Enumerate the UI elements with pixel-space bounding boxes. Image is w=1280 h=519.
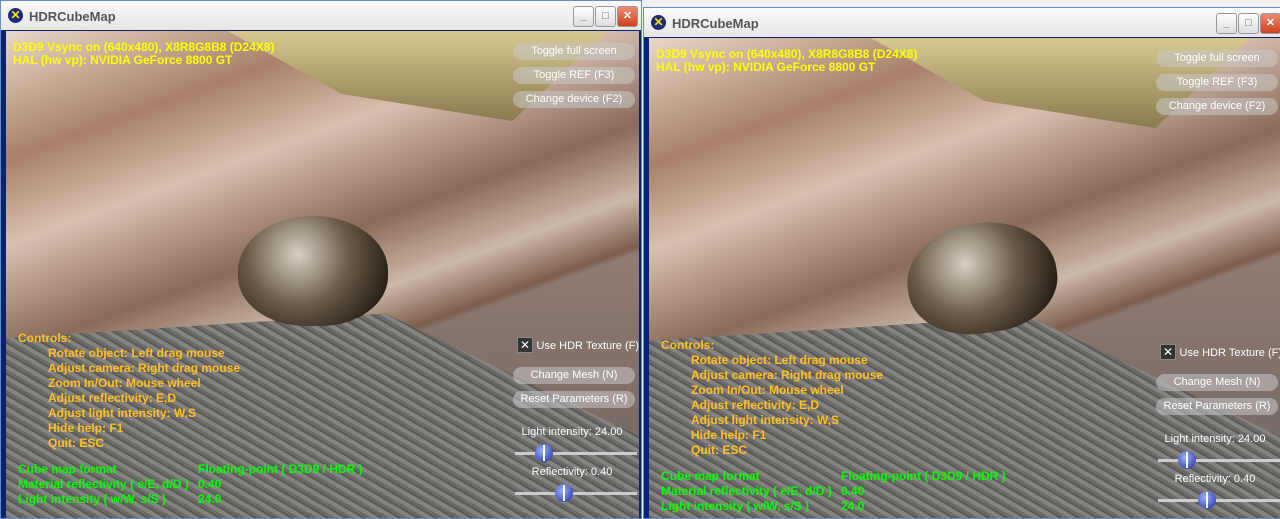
adapter-info: HAL (hw vp): NVIDIA GeForce 8800 GT: [656, 60, 876, 74]
control-help-line: Quit: ESC: [48, 436, 104, 450]
directx-x-icon: ✕: [651, 15, 666, 30]
adapter-info: HAL (hw vp): NVIDIA GeForce 8800 GT: [13, 53, 233, 67]
maximize-button[interactable]: □: [1238, 13, 1259, 34]
control-help-line: Rotate object: Left drag mouse: [48, 346, 225, 360]
teapot-mesh: [238, 216, 388, 326]
reflectivity-label: Reflectivity: 0.40: [1174, 473, 1256, 485]
stat-label: Light intensity ( w/W, s/S ): [18, 492, 167, 506]
stat-label: Material reflectivity ( e/E, d/D ): [18, 477, 189, 491]
stat-value: Floating-point ( D3D9 / HDR ): [198, 462, 363, 476]
window-title: HDRCubeMap: [29, 9, 116, 24]
stat-value: Floating-point ( D3D9 / HDR ): [841, 469, 1006, 483]
light-intensity-slider[interactable]: [515, 444, 637, 462]
toggle-fullscreen-button[interactable]: Toggle full screen: [513, 43, 635, 60]
toggle-ref-button[interactable]: Toggle REF (F3): [1156, 74, 1278, 91]
light-intensity-label: Light intensity: 24.00: [1164, 433, 1266, 445]
control-help-line: Adjust light intensity: W,S: [691, 413, 839, 427]
hdr-texture-checkbox[interactable]: ✕: [517, 337, 533, 353]
minimize-button[interactable]: _: [1216, 13, 1237, 34]
reflectivity-slider[interactable]: [515, 484, 637, 502]
change-mesh-button[interactable]: Change Mesh (N): [1156, 374, 1278, 391]
control-help-line: Rotate object: Left drag mouse: [691, 353, 868, 367]
maximize-button[interactable]: □: [595, 6, 616, 27]
hdr-texture-label: Use HDR Texture (F): [536, 340, 639, 352]
control-help-line: Hide help: F1: [691, 428, 767, 442]
change-mesh-button[interactable]: Change Mesh (N): [513, 367, 635, 384]
hdrcubemap-window-left: ✕ HDRCubeMap _ □ ✕ D3D9 Vsync on (640x48…: [0, 0, 642, 519]
stat-value: 0.40: [841, 484, 865, 498]
hdr-texture-label: Use HDR Texture (F): [1179, 347, 1280, 359]
toggle-ref-button[interactable]: Toggle REF (F3): [513, 67, 635, 84]
stat-label: Cube map format: [661, 469, 760, 483]
controls-heading: Controls:: [661, 338, 715, 352]
control-help-line: Adjust light intensity: W,S: [48, 406, 196, 420]
title-bar[interactable]: ✕ HDRCubeMap _ □ ✕: [1, 1, 641, 30]
close-button[interactable]: ✕: [617, 6, 638, 27]
change-device-button[interactable]: Change device (F2): [1156, 98, 1278, 115]
stat-value: 24.0: [198, 492, 222, 506]
stat-label: Material reflectivity ( e/E, d/D ): [661, 484, 832, 498]
control-help-line: Adjust camera: Right drag mouse: [48, 361, 241, 375]
light-intensity-label: Light intensity: 24.00: [521, 426, 623, 438]
reset-parameters-button[interactable]: Reset Parameters (R): [1156, 398, 1278, 415]
close-button[interactable]: ✕: [1260, 13, 1280, 34]
stat-value: 0.40: [198, 477, 222, 491]
stat-value: 24.0: [841, 499, 865, 513]
render-viewport[interactable]: D3D9 Vsync on (640x480), X8R8G8B8 (D24X8…: [649, 38, 1280, 518]
render-viewport[interactable]: D3D9 Vsync on (640x480), X8R8G8B8 (D24X8…: [6, 31, 639, 518]
control-help-line: Adjust reflectivity: E,D: [48, 391, 177, 405]
controls-heading: Controls:: [18, 331, 72, 345]
hdr-texture-checkbox[interactable]: ✕: [1160, 344, 1176, 360]
control-help-line: Quit: ESC: [691, 443, 747, 457]
title-bar[interactable]: ✕ HDRCubeMap _ □ ✕: [644, 8, 1280, 37]
minimize-button[interactable]: _: [573, 6, 594, 27]
control-help-line: Hide help: F1: [48, 421, 124, 435]
light-intensity-slider[interactable]: [1158, 451, 1280, 469]
reset-parameters-button[interactable]: Reset Parameters (R): [513, 391, 635, 408]
change-device-button[interactable]: Change device (F2): [513, 91, 635, 108]
control-help-line: Zoom In/Out: Mouse wheel: [691, 383, 844, 397]
control-help-line: Adjust reflectivity: E,D: [691, 398, 820, 412]
slider-thumb[interactable]: [554, 484, 573, 502]
window-title: HDRCubeMap: [672, 16, 759, 31]
reflectivity-label: Reflectivity: 0.40: [531, 466, 613, 478]
toggle-fullscreen-button[interactable]: Toggle full screen: [1156, 50, 1278, 67]
hdrcubemap-window-right: ✕ HDRCubeMap _ □ ✕ D3D9 Vsync on (640x48…: [643, 7, 1280, 519]
directx-x-icon: ✕: [8, 8, 23, 23]
reflectivity-slider[interactable]: [1158, 491, 1280, 509]
stat-label: Light intensity ( w/W, s/S ): [661, 499, 810, 513]
control-help-line: Adjust camera: Right drag mouse: [691, 368, 884, 382]
control-help-line: Zoom In/Out: Mouse wheel: [48, 376, 201, 390]
slider-thumb[interactable]: [1197, 491, 1216, 509]
stat-label: Cube map format: [18, 462, 117, 476]
